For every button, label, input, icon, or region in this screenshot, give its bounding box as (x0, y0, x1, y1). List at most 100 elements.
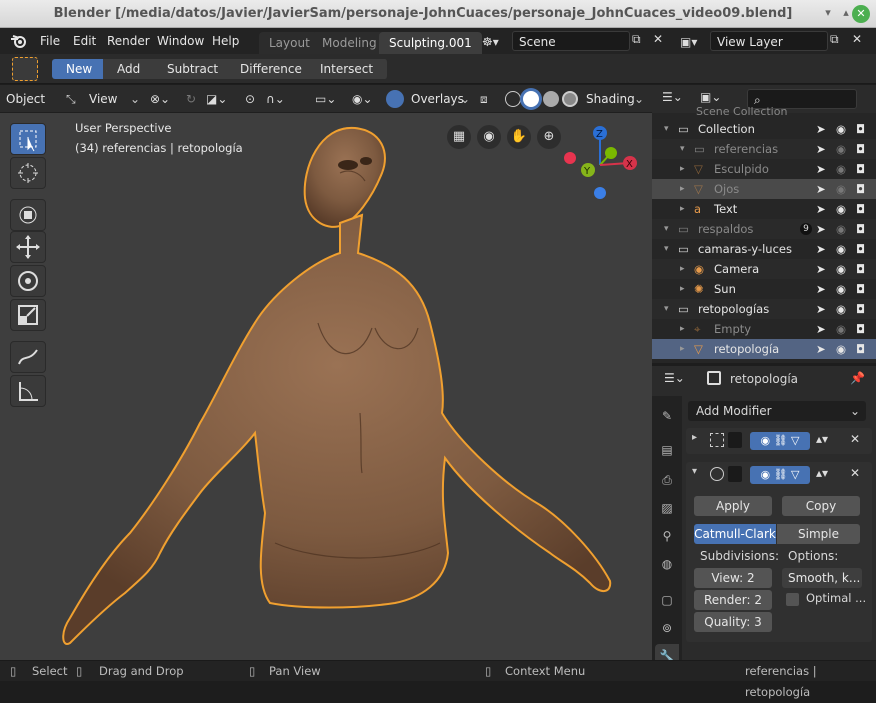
modifier-name-field[interactable] (728, 466, 742, 482)
editor-type-icon[interactable]: ☰⌄ (662, 90, 683, 104)
object-types-visibility-icon[interactable]: ▭⌄ (315, 89, 336, 109)
move-up-down-icon[interactable]: ▴▾ (816, 432, 828, 446)
select-toggle-icon[interactable]: ➤ (816, 219, 826, 239)
view-menu[interactable]: View (89, 89, 117, 109)
catmull-clark-button[interactable]: Catmull-Clark (694, 524, 776, 544)
shading-dropdown[interactable]: Shading (586, 89, 635, 109)
render-camera-icon[interactable]: ◘ (856, 339, 865, 359)
render-camera-icon[interactable]: ◘ (856, 199, 865, 219)
select-toggle-icon[interactable]: ➤ (816, 299, 826, 319)
expand-arrow-icon[interactable]: ▾ (664, 239, 669, 259)
optimal-display-checkbox[interactable] (786, 593, 799, 606)
render-levels-field[interactable]: Render: 2 (694, 590, 772, 610)
select-toggle-icon[interactable]: ➤ (816, 179, 826, 199)
outliner-row[interactable]: ▸ ▽ Ojos ➤ ◉ ◘ (652, 179, 876, 199)
outliner-row[interactable]: ▾ ▭ referencias ➤ ◉ ◘ (652, 139, 876, 159)
falloff-curve-icon[interactable]: ∩⌄ (266, 89, 285, 109)
new-scene-icon[interactable]: ⧉ (632, 32, 648, 50)
mode-difference-button[interactable]: Difference (226, 59, 317, 79)
outliner-row[interactable]: ▸ ✺ Sun ➤ ◉ ◘ (652, 279, 876, 299)
remove-modifier-icon[interactable]: ✕ (850, 432, 860, 446)
render-camera-icon[interactable]: ◘ (856, 219, 865, 239)
xray-toggle-icon[interactable]: ⧈ (480, 89, 488, 109)
tab-layout[interactable]: Layout (259, 32, 320, 54)
wireframe-shading-icon[interactable] (505, 91, 521, 107)
overlays-dropdown[interactable]: Overlays (411, 89, 464, 109)
outliner-row[interactable]: ▾ ▭ camaras-y-luces ➤ ◉ ◘ (652, 239, 876, 259)
view-levels-field[interactable]: View: 2 (694, 568, 772, 588)
menu-render[interactable]: Render (101, 28, 156, 54)
render-tab-icon[interactable]: ▤ (655, 438, 679, 462)
visibility-eye-icon[interactable]: ◉ (836, 279, 846, 299)
scene-name-field[interactable]: Scene (512, 31, 630, 51)
blender-logo-icon[interactable] (10, 33, 28, 49)
render-camera-icon[interactable]: ◘ (856, 179, 865, 199)
tool-tab-icon[interactable]: ✎ (655, 404, 679, 428)
render-camera-icon[interactable]: ◘ (856, 159, 865, 179)
pin-icon[interactable]: 📌 (850, 371, 865, 385)
select-tool-button[interactable] (10, 123, 46, 155)
proportional-editing-icon[interactable]: ◪⌄ (206, 89, 227, 109)
3d-viewport[interactable]: User Perspective (34) referencias | reto… (0, 113, 652, 660)
quality-field[interactable]: Quality: 3 (694, 612, 772, 632)
constraint-tab-icon[interactable]: ⊚ (655, 616, 679, 640)
render-camera-icon[interactable]: ◘ (856, 139, 865, 159)
outliner-search-input[interactable]: ⌕ (747, 89, 857, 109)
annotate-tool-button[interactable] (10, 341, 46, 373)
move-tool-button[interactable] (10, 231, 46, 263)
display-mode-icon[interactable]: ▣⌄ (700, 90, 721, 104)
properties-editor-type-icon[interactable]: ☰⌄ (664, 371, 685, 385)
outliner-row[interactable]: ▸ a Text ➤ ◉ ◘ (652, 199, 876, 219)
apply-button[interactable]: Apply (694, 496, 772, 516)
view-layer-field[interactable]: View Layer (710, 31, 828, 51)
select-toggle-icon[interactable]: ➤ (816, 259, 826, 279)
toggle-camera-view-icon[interactable]: ▦ (447, 125, 471, 149)
expand-arrow-icon[interactable]: ▸ (680, 179, 685, 199)
render-camera-icon[interactable]: ◘ (856, 279, 865, 299)
material-shading-icon[interactable] (543, 91, 559, 107)
delete-scene-icon[interactable]: ✕ (653, 32, 667, 50)
select-toggle-icon[interactable]: ➤ (816, 199, 826, 219)
interaction-mode-dropdown[interactable]: Object (6, 89, 45, 109)
render-camera-icon[interactable]: ◘ (856, 239, 865, 259)
select-toggle-icon[interactable]: ➤ (816, 279, 826, 299)
expand-arrow-icon[interactable]: ▸ (692, 432, 697, 443)
tab-modeling[interactable]: Modeling (312, 32, 387, 54)
measure-tool-button[interactable] (10, 375, 46, 407)
simple-button[interactable]: Simple (777, 524, 860, 544)
visibility-eye-icon[interactable]: ◉ (836, 319, 846, 339)
render-camera-icon[interactable]: ◘ (856, 259, 865, 279)
select-toggle-icon[interactable]: ➤ (816, 159, 826, 179)
cursor-tool-button[interactable] (10, 157, 46, 189)
select-toggle-icon[interactable]: ➤ (816, 239, 826, 259)
menu-file[interactable]: File (34, 28, 66, 54)
select-toggle-icon[interactable]: ➤ (816, 339, 826, 359)
modifier-visibility-toggles[interactable]: ◉ ⛓ ▽ (750, 466, 810, 484)
remove-modifier-icon[interactable]: ✕ (850, 466, 860, 480)
view-layer-icon[interactable]: ▣▾ (680, 32, 708, 52)
view-dropdown-chevron-icon[interactable]: ⌄ (130, 89, 140, 109)
add-modifier-dropdown[interactable]: Add Modifier ⌄ (688, 401, 866, 421)
render-camera-icon[interactable]: ◘ (856, 119, 865, 139)
mode-new-button[interactable]: New (52, 59, 108, 79)
collapse-arrow-icon[interactable]: ▾ (692, 466, 697, 477)
visibility-eye-icon[interactable]: ◉ (836, 179, 846, 199)
menu-edit[interactable]: Edit (67, 28, 102, 54)
new-view-layer-icon[interactable]: ⧉ (830, 32, 846, 50)
visibility-eye-icon[interactable]: ◉ (836, 299, 846, 319)
visibility-eye-icon[interactable]: ◉ (836, 199, 846, 219)
move-up-down-icon[interactable]: ▴▾ (816, 466, 828, 480)
visibility-eye-icon[interactable]: ◉ (836, 259, 846, 279)
expand-arrow-icon[interactable]: ▸ (680, 319, 685, 339)
render-camera-icon[interactable]: ◘ (856, 319, 865, 339)
view-layer-tab-icon[interactable]: ▨ (655, 496, 679, 520)
rotate-tool-button[interactable] (10, 265, 46, 297)
world-tab-icon[interactable]: ◍ (655, 552, 679, 576)
expand-arrow-icon[interactable]: ▾ (664, 219, 669, 239)
visibility-eye-icon[interactable]: ◉ (836, 119, 846, 139)
uv-smooth-dropdown[interactable]: Smooth, k... (782, 568, 862, 588)
minimize-icon[interactable]: ▾ (820, 6, 836, 22)
expand-arrow-icon[interactable]: ▸ (680, 259, 685, 279)
copy-button[interactable]: Copy (782, 496, 860, 516)
rendered-shading-icon[interactable] (562, 91, 578, 107)
